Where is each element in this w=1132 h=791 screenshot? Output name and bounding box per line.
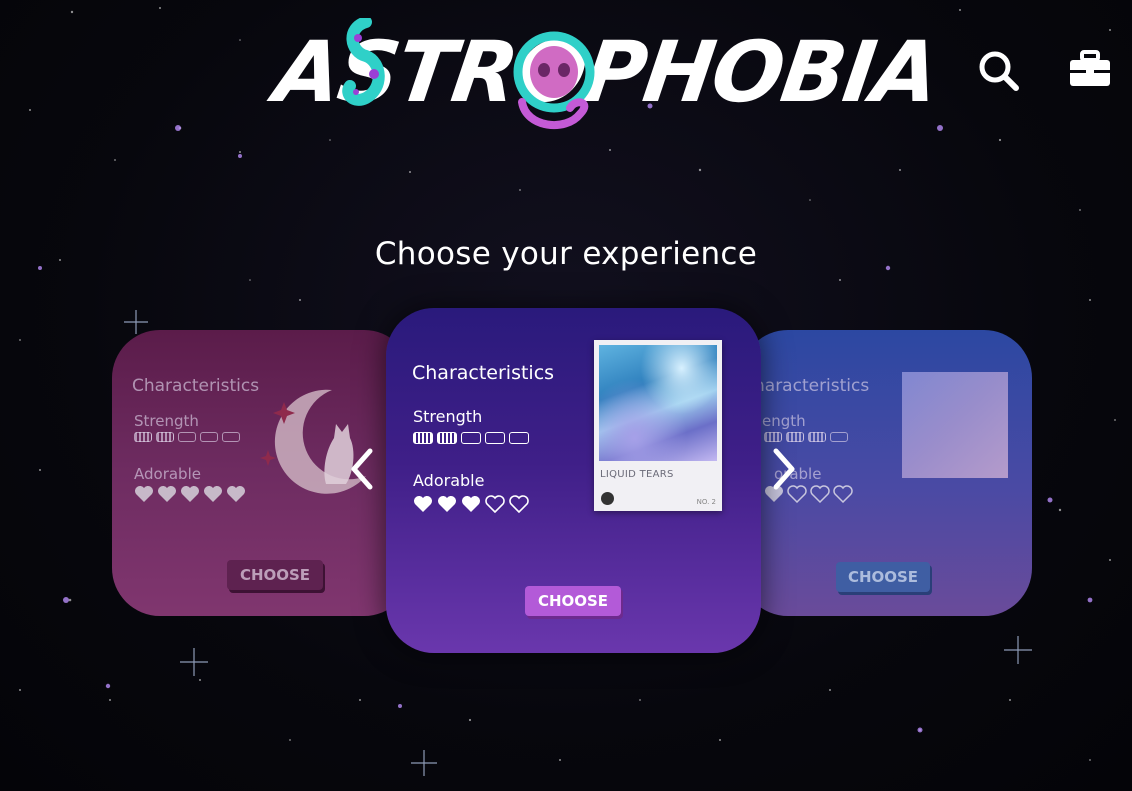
heart-outline-icon: [833, 485, 853, 503]
strength-segment: [413, 432, 433, 444]
skull-helmet-icon: [513, 31, 595, 130]
heart-outline-icon: [509, 495, 529, 513]
album-cover-image: [902, 372, 1008, 478]
adorable-rating: [134, 485, 246, 503]
heart-filled-icon: [227, 486, 245, 502]
characteristics-heading: haracteristics: [754, 376, 870, 396]
strength-segment: [156, 432, 174, 442]
alien-creature-icon: [342, 18, 385, 106]
heart-outline-icon: [810, 485, 830, 503]
strength-segment: [764, 432, 782, 442]
heart-filled-icon: [181, 486, 199, 502]
strength-segment: [222, 432, 240, 442]
strength-segment: [830, 432, 848, 442]
album-cover: LIQUID TEARS NO. 2: [594, 340, 722, 511]
strength-segment: [485, 432, 505, 444]
heart-filled-icon: [135, 486, 153, 502]
page-title: Choose your experience: [374, 236, 758, 272]
record-label-icon: [601, 492, 614, 505]
chevron-right-icon[interactable]: [766, 445, 802, 493]
strength-meter: [764, 432, 848, 442]
album-title: LIQUID TEARS: [600, 469, 674, 480]
heart-filled-icon: [414, 496, 432, 512]
strength-segment: [178, 432, 196, 442]
heart-filled-icon: [438, 496, 456, 512]
heart-filled-icon: [204, 486, 222, 502]
strength-meter: [413, 432, 529, 444]
strength-segment: [786, 432, 804, 442]
chevron-left-icon[interactable]: [344, 445, 380, 493]
strength-label: Strength: [413, 407, 483, 426]
strength-segment: [461, 432, 481, 444]
album-artwork: [599, 345, 717, 461]
strength-segment: [808, 432, 826, 442]
adorable-label: Adorable: [413, 471, 485, 490]
album-number: NO. 2: [696, 498, 716, 506]
strength-segment: [437, 432, 457, 444]
strength-meter: [134, 432, 240, 442]
adorable-rating: [413, 495, 529, 513]
briefcase-icon[interactable]: [1068, 48, 1112, 92]
characteristics-heading: Characteristics: [412, 362, 555, 384]
heart-filled-icon: [158, 486, 176, 502]
brand-logo[interactable]: ASTROPHOBIA: [269, 18, 943, 132]
adorable-label: Adorable: [134, 465, 201, 483]
strength-label: ength: [762, 412, 806, 430]
strength-segment: [134, 432, 152, 442]
strength-segment: [200, 432, 218, 442]
strength-label: Strength: [134, 412, 199, 430]
heart-outline-icon: [485, 495, 505, 513]
characteristics-heading: Characteristics: [132, 376, 260, 396]
strength-segment: [509, 432, 529, 444]
search-icon[interactable]: [976, 48, 1020, 92]
choose-button-right[interactable]: CHOOSE: [836, 562, 930, 592]
choose-button-center[interactable]: CHOOSE: [525, 586, 621, 616]
choose-button-left[interactable]: CHOOSE: [227, 560, 323, 590]
heart-filled-icon: [462, 496, 480, 512]
